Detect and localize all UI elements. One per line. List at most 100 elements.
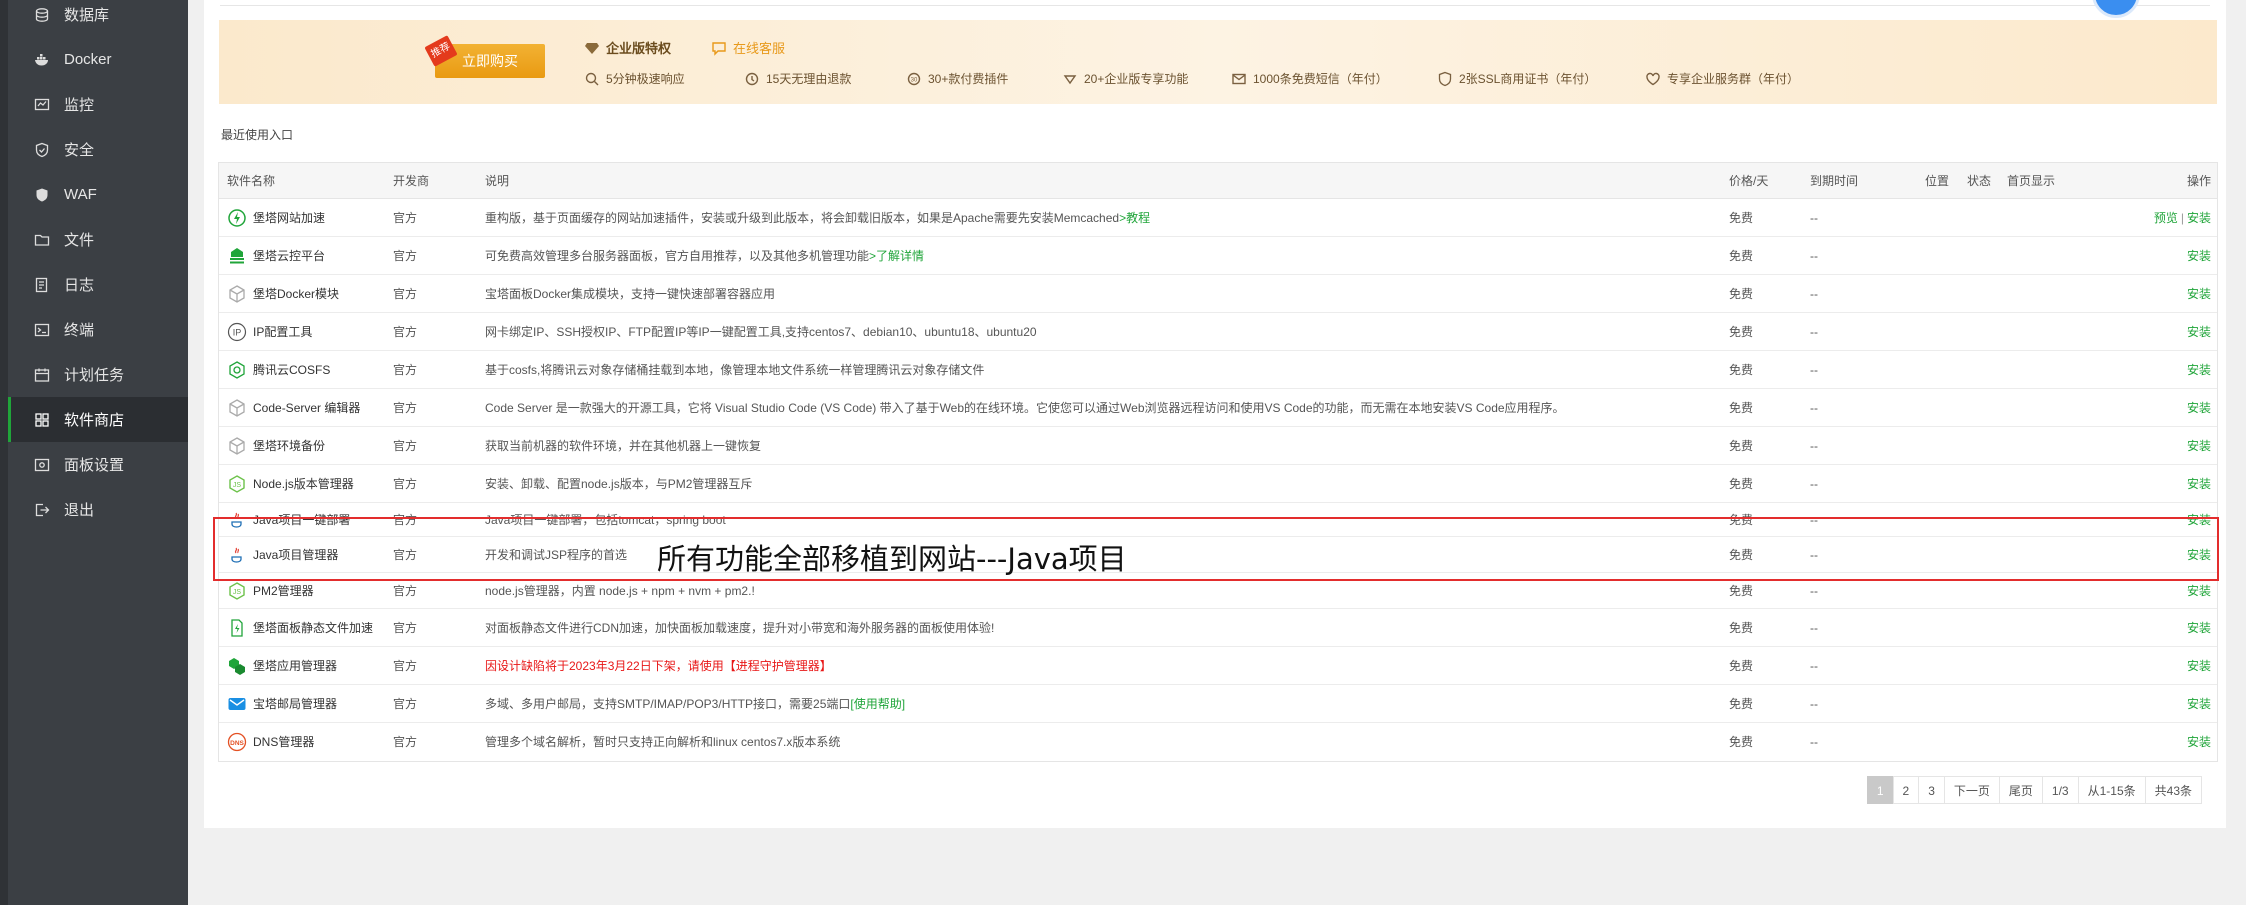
description: 网卡绑定IP、SSH授权IP、FTP配置IP等IP一键配置工具,支持centos… xyxy=(485,325,1037,339)
price: 免费 xyxy=(1729,735,1754,749)
price: 免费 xyxy=(1729,621,1754,635)
price: 免费 xyxy=(1729,401,1754,415)
description: 重构版，基于页面缓存的网站加速插件，安装或升级到此版本，将会卸载旧版本，如果是A… xyxy=(485,199,1785,237)
install-button[interactable]: 安装 xyxy=(2187,659,2211,673)
sidebar-item-logs[interactable]: 日志 xyxy=(8,262,188,307)
next-page-button[interactable]: 下一页 xyxy=(1943,776,2000,804)
software-name-text: 宝塔邮局管理器 xyxy=(253,697,338,711)
developer: 官方 xyxy=(393,211,418,225)
feature-group: 专享企业服务群（年付） xyxy=(1645,70,1799,87)
software-name-text: 堡塔应用管理器 xyxy=(253,659,338,673)
software-name-text: 堡塔云控平台 xyxy=(253,249,326,263)
sidebar-item-label: 计划任务 xyxy=(64,367,125,384)
col-description: 说明 xyxy=(485,174,510,188)
install-button[interactable]: 安装 xyxy=(2187,697,2211,711)
col-homepage: 首页显示 xyxy=(2007,174,2056,188)
cube-icon xyxy=(227,436,247,456)
sidebar-item-terminal[interactable]: 终端 xyxy=(8,307,188,352)
svg-text:JS: JS xyxy=(233,482,242,489)
last-page-button[interactable]: 尾页 xyxy=(1998,776,2043,804)
enterprise-title: 企业版特权 xyxy=(584,38,671,57)
software-name[interactable]: 腾讯云COSFS xyxy=(227,351,330,389)
feature-enterprise: 20+企业版专享功能 xyxy=(1062,70,1188,87)
sidebar-item-label: 监控 xyxy=(64,97,95,114)
mail-icon xyxy=(227,694,247,714)
logout-icon xyxy=(34,502,50,518)
lightning-icon xyxy=(227,208,247,228)
page-1-button[interactable]: 1 xyxy=(1866,776,1894,804)
sidebar-item-label: 退出 xyxy=(64,502,95,519)
software-name[interactable]: JS Node.js版本管理器 xyxy=(227,465,354,503)
install-button[interactable]: 安装 xyxy=(2187,325,2211,339)
software-name-text: DNS管理器 xyxy=(253,735,315,749)
expire-time: -- xyxy=(1810,211,1818,225)
page-2-button[interactable]: 2 xyxy=(1892,776,1920,804)
sidebar-item-settings[interactable]: 面板设置 xyxy=(8,442,188,487)
install-button[interactable]: 安装 xyxy=(2187,287,2211,301)
software-name[interactable]: 堡塔面板静态文件加速 xyxy=(227,609,373,647)
details-link[interactable]: >了解详情 xyxy=(869,249,924,263)
row-ops: 安装 xyxy=(2187,609,2211,647)
price: 免费 xyxy=(1729,439,1754,453)
developer: 官方 xyxy=(393,439,418,453)
sidebar-item-database[interactable]: 数据库 xyxy=(8,0,188,37)
heart-icon xyxy=(1646,72,1660,85)
chat-icon xyxy=(712,41,726,56)
software-name[interactable]: 堡塔应用管理器 xyxy=(227,647,337,685)
software-name[interactable]: 堡塔网站加速 xyxy=(227,199,325,237)
sidebar-item-cron[interactable]: 计划任务 xyxy=(8,352,188,397)
sidebar-item-security[interactable]: 安全 xyxy=(8,127,188,172)
table-row: 堡塔网站加速 官方 重构版，基于页面缓存的网站加速插件，安装或升级到此版本，将会… xyxy=(219,199,2217,237)
tutorial-link[interactable]: >教程 xyxy=(1119,211,1150,225)
sidebar-item-software-store[interactable]: 软件商店 xyxy=(8,397,188,442)
expire-time: -- xyxy=(1810,287,1818,301)
row-ops: 安装 xyxy=(2187,647,2211,685)
monitor-icon xyxy=(34,97,50,113)
install-button[interactable]: 安装 xyxy=(2187,439,2211,453)
software-name[interactable]: 堡塔Docker模块 xyxy=(227,275,339,313)
install-button[interactable]: 安装 xyxy=(2187,477,2211,491)
developer: 官方 xyxy=(393,287,418,301)
install-button[interactable]: 安装 xyxy=(2187,621,2211,635)
sidebar-item-label: 终端 xyxy=(64,322,95,339)
help-link[interactable]: [使用帮助] xyxy=(850,697,905,711)
software-name[interactable]: DNS DNS管理器 xyxy=(227,723,314,761)
feature-refund: 15天无理由退款 xyxy=(744,70,851,87)
install-button[interactable]: 安装 xyxy=(2187,735,2211,749)
feature-ssl: 2张SSL商用证书（年付） xyxy=(1437,70,1596,87)
install-button[interactable]: 安装 xyxy=(2187,211,2211,225)
svg-text:DNS: DNS xyxy=(230,740,244,747)
install-button[interactable]: 安装 xyxy=(2187,584,2211,598)
developer: 官方 xyxy=(393,697,418,711)
developer: 官方 xyxy=(393,363,418,377)
table-row: 堡塔面板静态文件加速 官方 对面板静态文件进行CDN加速，加快面板加载速度，提升… xyxy=(219,609,2217,647)
sidebar-item-files[interactable]: 文件 xyxy=(8,217,188,262)
software-name[interactable]: 堡塔环境备份 xyxy=(227,427,325,465)
sidebar-item-monitor[interactable]: 监控 xyxy=(8,82,188,127)
shield-icon xyxy=(34,142,50,158)
description-text: 可免费高效管理多台服务器面板，官方自用推荐，以及其他多机管理功能 xyxy=(485,249,870,263)
online-service-link[interactable]: 在线客服 xyxy=(711,38,785,57)
software-name[interactable]: 宝塔邮局管理器 xyxy=(227,685,337,723)
install-button[interactable]: 安装 xyxy=(2187,363,2211,377)
install-button[interactable]: 安装 xyxy=(2187,249,2211,263)
page-3-button[interactable]: 3 xyxy=(1918,776,1945,804)
software-name[interactable]: 堡塔云控平台 xyxy=(227,237,325,275)
feature-text: 30+款付费插件 xyxy=(928,72,1009,86)
price: 免费 xyxy=(1729,697,1754,711)
row-ops: 安装 xyxy=(2187,427,2211,465)
install-button[interactable]: 安装 xyxy=(2187,401,2211,415)
cube-icon xyxy=(227,398,247,418)
software-name[interactable]: Code-Server 编辑器 xyxy=(227,389,360,427)
preview-button[interactable]: 预览 xyxy=(2154,211,2178,225)
sidebar-item-waf[interactable]: WAF xyxy=(8,172,188,217)
database-icon xyxy=(34,7,50,23)
table-row: 腾讯云COSFS 官方 基于cosfs,将腾讯云对象存储桶挂载到本地，像管理本地… xyxy=(219,351,2217,389)
developer: 官方 xyxy=(393,249,418,263)
description: 获取当前机器的软件环境，并在其他机器上一键恢复 xyxy=(485,439,762,453)
expire-time: -- xyxy=(1810,439,1818,453)
sidebar-item-logout[interactable]: 退出 xyxy=(8,487,188,532)
software-name[interactable]: IP IP配置工具 xyxy=(227,313,312,351)
static-file-icon xyxy=(227,618,247,638)
sidebar-item-docker[interactable]: Docker xyxy=(8,37,188,82)
